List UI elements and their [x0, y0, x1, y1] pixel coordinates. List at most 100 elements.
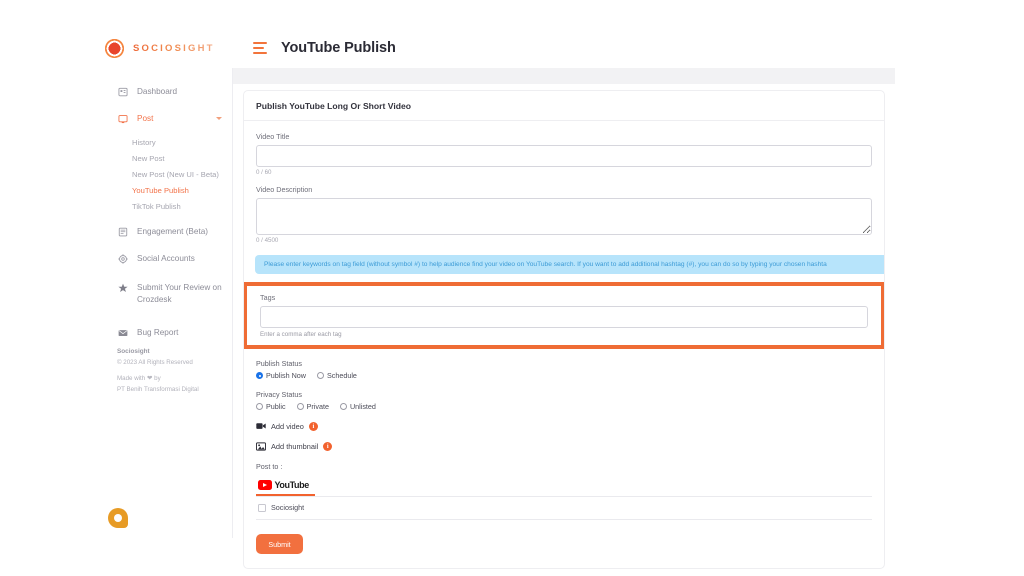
tags-input[interactable]	[260, 306, 868, 328]
hamburger-line	[253, 52, 267, 54]
dashboard-icon	[117, 86, 128, 97]
card-body: Video Title 0 / 60 Video Description 0 /…	[244, 121, 884, 568]
radio-unlisted[interactable]: Unlisted	[339, 402, 376, 411]
engagement-icon	[117, 226, 128, 237]
post-submenu: History New Post New Post (New UI - Beta…	[105, 132, 232, 218]
post-to-label: Post to :	[256, 462, 283, 471]
footer-made-with-prefix: Made with	[117, 375, 146, 382]
envelope-icon	[117, 327, 128, 338]
radio-public[interactable]: Public	[256, 402, 286, 411]
sidebar: Dashboard Post History New Post New Post…	[105, 68, 233, 538]
content-area: Publish YouTube Long Or Short Video Vide…	[233, 68, 895, 569]
radio-schedule[interactable]: Schedule	[316, 371, 357, 380]
sidebar-item-label: Post	[137, 114, 154, 123]
footer-brand: Sociosight	[117, 348, 150, 355]
sidebar-footer: Sociosight © 2023 All Rights Reserved Ma…	[117, 346, 229, 395]
heart-icon: ❤	[146, 375, 153, 382]
radio-label: Schedule	[326, 371, 357, 380]
card-title: Publish YouTube Long Or Short Video	[244, 91, 884, 121]
radio-indicator	[316, 372, 324, 379]
checkbox-indicator	[258, 503, 266, 512]
footer-company: PT Benih Transformasi Digital	[117, 386, 199, 393]
youtube-logo-icon: YouTube	[258, 480, 309, 490]
submit-button[interactable]: Submit	[256, 534, 303, 554]
footer-made-with-suffix: by	[154, 375, 161, 382]
video-description-counter: 0 / 4500	[256, 237, 279, 244]
sidebar-item-label: Social Accounts	[137, 254, 195, 263]
keywords-info-banner: Please enter keywords on tag field (with…	[255, 255, 884, 274]
radio-label: Unlisted	[349, 402, 376, 411]
video-title-input[interactable]	[256, 145, 872, 167]
content-topbar	[233, 68, 895, 84]
top-header: SOCIOSIGHT YouTube Publish	[105, 28, 895, 68]
sidebar-subitem-new-post-beta[interactable]: New Post (New UI - Beta)	[105, 166, 232, 182]
sidebar-item-post[interactable]: Post	[105, 105, 232, 132]
image-icon	[256, 441, 266, 451]
video-title-counter: 0 / 60	[256, 169, 272, 176]
privacy-status-group: Public Private Unlisted	[256, 402, 872, 411]
radio-indicator	[296, 403, 304, 410]
privacy-status-label: Privacy Status	[256, 390, 302, 399]
add-thumbnail-button[interactable]: Add thumbnail i	[256, 441, 872, 451]
publish-status-label: Publish Status	[256, 359, 302, 368]
sidebar-subitem-history[interactable]: History	[105, 134, 232, 150]
brand-logo[interactable]: SOCIOSIGHT	[105, 38, 233, 58]
radio-indicator	[256, 403, 263, 410]
radio-indicator	[256, 372, 263, 379]
tab-youtube[interactable]: YouTube	[256, 478, 315, 496]
subitem-label: New Post (New UI - Beta)	[132, 169, 219, 179]
add-video-button[interactable]: Add video i	[256, 421, 872, 431]
gear-icon	[117, 253, 128, 264]
subitem-label: New Post	[132, 153, 165, 163]
sidebar-item-label: Dashboard	[137, 87, 178, 96]
radio-label: Publish Now	[266, 371, 306, 380]
brand-name: SOCIOSIGHT	[133, 42, 215, 54]
video-description-label: Video Description	[256, 185, 313, 194]
page-title: YouTube Publish	[281, 40, 396, 56]
sidebar-item-label: Bug Report	[137, 328, 179, 337]
sociosight-logo-icon	[105, 38, 124, 58]
hamburger-line	[253, 47, 264, 49]
tags-label: Tags	[260, 293, 276, 302]
tags-highlight-box: Tags Enter a comma after each tag	[244, 282, 884, 349]
hamburger-icon[interactable]	[253, 42, 267, 54]
youtube-play-icon	[258, 480, 272, 490]
sidebar-item-social-accounts[interactable]: Social Accounts	[105, 245, 232, 272]
radio-label: Private	[306, 402, 329, 411]
sidebar-item-submit-review[interactable]: Submit Your Review on Crozdesk	[105, 276, 232, 311]
post-to-tabs: YouTube	[256, 478, 872, 497]
radio-indicator	[339, 403, 347, 410]
sidebar-subitem-youtube-publish[interactable]: YouTube Publish	[105, 182, 232, 198]
tags-hint: Enter a comma after each tag	[260, 331, 342, 338]
radio-label: Public	[266, 402, 286, 411]
youtube-tab-label: YouTube	[274, 480, 310, 490]
post-icon	[117, 113, 128, 124]
subitem-label: YouTube Publish	[132, 185, 189, 195]
publish-card: Publish YouTube Long Or Short Video Vide…	[243, 90, 885, 569]
chat-bubble-icon	[108, 508, 128, 528]
checkbox-sociosight[interactable]: Sociosight	[256, 497, 872, 520]
add-thumbnail-info-badge[interactable]: i	[323, 441, 333, 451]
sidebar-subitem-new-post[interactable]: New Post	[105, 150, 232, 166]
star-icon	[117, 282, 128, 293]
radio-private[interactable]: Private	[296, 402, 329, 411]
footer-copyright: © 2023 All Rights Reserved	[117, 359, 193, 366]
sidebar-item-label: Engagement (Beta)	[137, 227, 209, 236]
add-video-label: Add video	[271, 421, 304, 431]
chat-widget-button[interactable]	[108, 508, 128, 528]
subitem-label: History	[132, 137, 156, 147]
subitem-label: TikTok Publish	[132, 201, 181, 211]
chat-bubble-dot	[114, 514, 122, 522]
sidebar-item-engagement[interactable]: Engagement (Beta)	[105, 218, 232, 245]
sidebar-item-dashboard[interactable]: Dashboard	[105, 78, 232, 105]
sidebar-item-bug-report[interactable]: Bug Report	[105, 319, 232, 346]
video-title-label: Video Title	[256, 132, 290, 141]
sidebar-subitem-tiktok-publish[interactable]: TikTok Publish	[105, 198, 232, 214]
hamburger-line	[253, 42, 267, 44]
sidebar-item-label: Submit Your Review on Crozdesk	[137, 283, 222, 304]
radio-publish-now[interactable]: Publish Now	[256, 371, 306, 380]
video-description-input[interactable]	[256, 198, 872, 235]
add-video-info-badge[interactable]: i	[308, 421, 318, 431]
video-camera-icon	[256, 421, 266, 431]
